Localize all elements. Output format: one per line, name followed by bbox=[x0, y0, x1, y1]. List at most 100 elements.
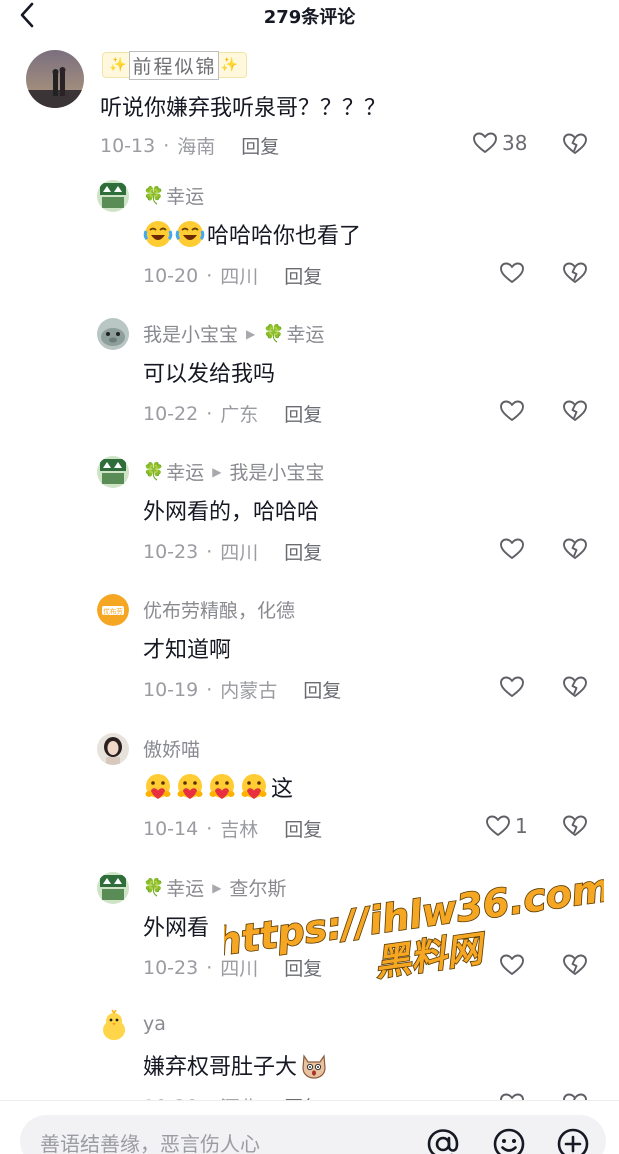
reply-button[interactable]: 回复 bbox=[303, 676, 341, 703]
avatar[interactable] bbox=[97, 180, 129, 212]
meta-separator: · bbox=[206, 402, 213, 425]
broken-heart-icon bbox=[563, 676, 587, 697]
reply-arrow-icon: ▶ bbox=[212, 880, 222, 895]
reply-button[interactable]: 回复 bbox=[284, 954, 322, 981]
dislike-button[interactable] bbox=[562, 1092, 588, 1100]
comment-text-content: 哈哈哈你也看了 bbox=[207, 224, 362, 249]
comment-meta: 10-20 · 四川 回复 bbox=[143, 262, 322, 289]
comment-text-content: 外网看的，哈哈哈 bbox=[143, 500, 320, 525]
comment-meta: 10-23 · 四川 回复 bbox=[143, 954, 322, 981]
avatar[interactable] bbox=[97, 1009, 131, 1043]
commenter-name[interactable]: 🍀 幸运 bbox=[143, 182, 204, 209]
comment-text: 哈哈哈你也看了 bbox=[143, 218, 361, 250]
reply-button[interactable]: 回复 bbox=[284, 815, 322, 842]
comment-list[interactable]: ✨ 前程似锦 ✨ 听说你嫌弃我听泉哥？？？？ 10-13 · 海南 回复 38 … bbox=[0, 40, 619, 1100]
broken-heart-icon bbox=[563, 954, 587, 975]
mention-button[interactable] bbox=[424, 1125, 462, 1154]
comment-location: 海南 bbox=[177, 136, 216, 158]
comment-text-content: 才知道啊 bbox=[143, 638, 232, 663]
comment-text: 听说你嫌弃我听泉哥？？？？ bbox=[100, 90, 386, 122]
comment-text-content: 这 bbox=[271, 777, 294, 802]
like-button[interactable] bbox=[499, 261, 529, 285]
like-button[interactable]: 1 bbox=[485, 814, 528, 838]
dislike-button[interactable] bbox=[562, 537, 588, 565]
reply-item: 🍀 幸运 ▶ 查尔斯 外网看 10-23 · 四川 回复 bbox=[0, 870, 619, 1000]
add-icon bbox=[557, 1128, 589, 1154]
comment-meta: 10-13 · 海南 回复 bbox=[100, 132, 279, 159]
comment-date: 10-23 bbox=[143, 956, 199, 979]
avatar[interactable] bbox=[97, 872, 129, 904]
comment-meta: 10-22 · 广东 回复 bbox=[143, 400, 322, 427]
dislike-button[interactable] bbox=[562, 675, 588, 703]
comment-input-box[interactable] bbox=[20, 1115, 606, 1154]
comment-text: 可以发给我吗 bbox=[143, 356, 275, 388]
reply-button[interactable]: 回复 bbox=[284, 1093, 322, 1100]
reply-item: ya 嫌弃权哥肚子大 10-20 · 河北 回复 bbox=[0, 1009, 619, 1100]
clover-icon: 🍀 bbox=[263, 323, 285, 344]
dislike-button[interactable] bbox=[562, 814, 588, 842]
like-button[interactable] bbox=[499, 399, 529, 423]
like-button[interactable] bbox=[499, 953, 529, 977]
brand-avatar-text: 优布劳 bbox=[103, 607, 123, 616]
commenter-name[interactable]: ✨ 前程似锦 ✨ bbox=[102, 50, 247, 80]
commenter-name[interactable]: 🍀 幸运 ▶ 查尔斯 bbox=[143, 874, 286, 901]
dislike-button[interactable] bbox=[562, 399, 588, 427]
reply-item: 🍀 幸运 哈哈哈你也看了 10-20 · 四川 回复 bbox=[0, 178, 619, 308]
comment-date: 10-23 bbox=[143, 540, 199, 563]
like-button[interactable]: 38 bbox=[472, 131, 527, 155]
avatar[interactable] bbox=[97, 733, 129, 765]
broken-heart-icon bbox=[563, 538, 587, 559]
reply-item: 我是小宝宝 ▶ 🍀 幸运 可以发给我吗 10-22 · 广东 回复 bbox=[0, 316, 619, 446]
avatar[interactable] bbox=[26, 50, 84, 108]
reply-to-name: 查尔斯 bbox=[229, 878, 287, 900]
love-hug-emoji-icon bbox=[239, 772, 269, 802]
commenter-name-text: 幸运 bbox=[166, 186, 205, 208]
dislike-button[interactable] bbox=[562, 953, 588, 981]
mention-icon bbox=[427, 1129, 459, 1154]
laughing-tears-emoji-icon bbox=[143, 219, 173, 249]
comment-meta: 10-19 · 内蒙古 回复 bbox=[143, 676, 341, 703]
comment-text-content: 可以发给我吗 bbox=[143, 362, 276, 387]
comment-text-content: 外网看 bbox=[143, 916, 210, 941]
add-button[interactable] bbox=[554, 1125, 592, 1154]
comment-date: 10-14 bbox=[143, 817, 199, 840]
comment-text: 这 bbox=[143, 771, 293, 803]
commenter-name[interactable]: 优布劳精酿，化德 bbox=[143, 596, 295, 623]
like-count: 38 bbox=[502, 131, 528, 155]
avatar[interactable]: 优布劳 bbox=[97, 594, 129, 626]
clover-icon: 🍀 bbox=[143, 877, 165, 898]
reply-button[interactable]: 回复 bbox=[284, 538, 322, 565]
reply-button[interactable]: 回复 bbox=[284, 400, 322, 427]
emoji-button[interactable] bbox=[490, 1125, 528, 1154]
comment-input-bar bbox=[0, 1100, 619, 1154]
broken-heart-icon bbox=[563, 262, 587, 283]
reply-button[interactable]: 回复 bbox=[241, 132, 279, 159]
comment-text: 才知道啊 bbox=[143, 632, 231, 664]
avatar[interactable] bbox=[97, 318, 129, 350]
comment-input[interactable] bbox=[40, 1128, 400, 1154]
commenter-name[interactable]: ya bbox=[143, 1013, 166, 1035]
comment-location: 广东 bbox=[220, 404, 259, 426]
broken-heart-icon bbox=[563, 815, 587, 836]
like-button[interactable] bbox=[499, 675, 529, 699]
like-button[interactable] bbox=[499, 1092, 529, 1100]
comment-date: 10-13 bbox=[100, 134, 156, 157]
clover-icon: 🍀 bbox=[143, 185, 165, 206]
comment-location: 四川 bbox=[220, 958, 259, 980]
like-button[interactable] bbox=[499, 537, 529, 561]
dislike-button[interactable] bbox=[562, 132, 588, 160]
meta-separator: · bbox=[206, 264, 213, 287]
commenter-name-text: 傲娇喵 bbox=[143, 739, 201, 761]
dislike-button[interactable] bbox=[562, 261, 588, 289]
avatar[interactable] bbox=[97, 456, 129, 488]
commenter-name-text: 前程似锦 bbox=[129, 50, 220, 80]
commenter-name[interactable]: 我是小宝宝 ▶ 🍀 幸运 bbox=[143, 320, 324, 347]
commenter-name[interactable]: 🍀 幸运 ▶ 我是小宝宝 bbox=[143, 458, 324, 485]
like-count: 1 bbox=[515, 814, 528, 838]
sparkle-icon: ✨ bbox=[109, 57, 129, 73]
commenter-name[interactable]: 傲娇喵 bbox=[143, 735, 200, 762]
reply-button[interactable]: 回复 bbox=[284, 262, 322, 289]
comment-location: 河北 bbox=[220, 1093, 258, 1100]
love-hug-emoji-icon bbox=[207, 772, 237, 802]
comment-item: ✨ 前程似锦 ✨ 听说你嫌弃我听泉哥？？？？ 10-13 · 海南 回复 38 bbox=[0, 40, 619, 170]
